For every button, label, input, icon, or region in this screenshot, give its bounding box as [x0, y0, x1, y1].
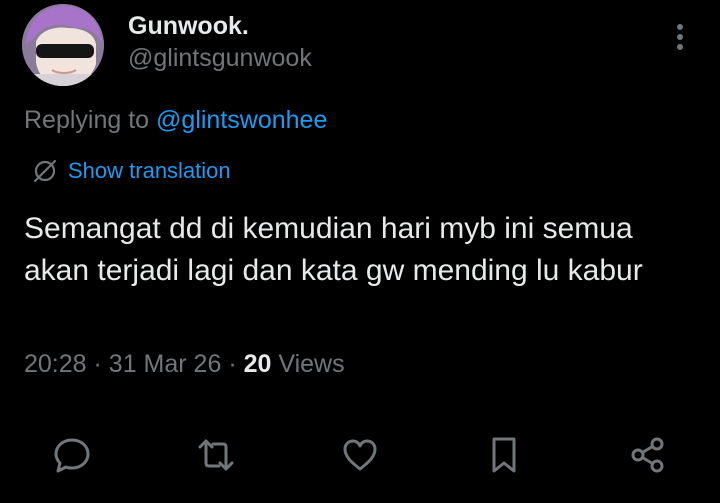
like-button[interactable]	[334, 430, 386, 480]
tweet-time[interactable]: 20:28	[24, 350, 87, 378]
views-count: 20	[243, 350, 272, 378]
bookmark-button[interactable]	[478, 430, 530, 480]
reply-mention-link[interactable]: @glintswonhee	[156, 106, 327, 134]
more-options-button[interactable]	[664, 20, 696, 54]
meta-separator: ·	[228, 350, 237, 378]
tweet-text: Semangat dd di kemudian hari myb ini sem…	[24, 212, 643, 287]
reply-button[interactable]	[46, 430, 98, 480]
show-translation-button[interactable]: Show translation	[32, 155, 231, 187]
views-label: Views	[278, 350, 345, 378]
share-icon	[631, 437, 664, 473]
display-name[interactable]: Gunwook.	[128, 12, 249, 41]
avatar-image	[22, 4, 104, 86]
bookmark-icon	[492, 437, 516, 473]
replying-to-line: Replying to @glintswonhee	[24, 106, 327, 135]
username-handle[interactable]: @glintsgunwook	[128, 44, 312, 73]
reply-icon	[54, 438, 90, 473]
show-translation-label: Show translation	[68, 158, 231, 183]
tweet-date[interactable]: 31 Mar 26	[109, 350, 222, 378]
share-button[interactable]	[622, 430, 674, 480]
meta-separator: ·	[93, 350, 102, 378]
repost-icon	[198, 439, 234, 471]
tweet-meta: 20:28 · 31 Mar 26 · 20 Views	[24, 350, 345, 379]
replying-to-label: Replying to	[24, 106, 150, 134]
globe-slash-icon	[33, 159, 57, 183]
more-vertical-icon	[677, 24, 683, 50]
repost-button[interactable]	[190, 430, 242, 480]
heart-icon	[343, 439, 377, 471]
avatar[interactable]	[22, 4, 104, 86]
action-bar	[0, 430, 720, 480]
